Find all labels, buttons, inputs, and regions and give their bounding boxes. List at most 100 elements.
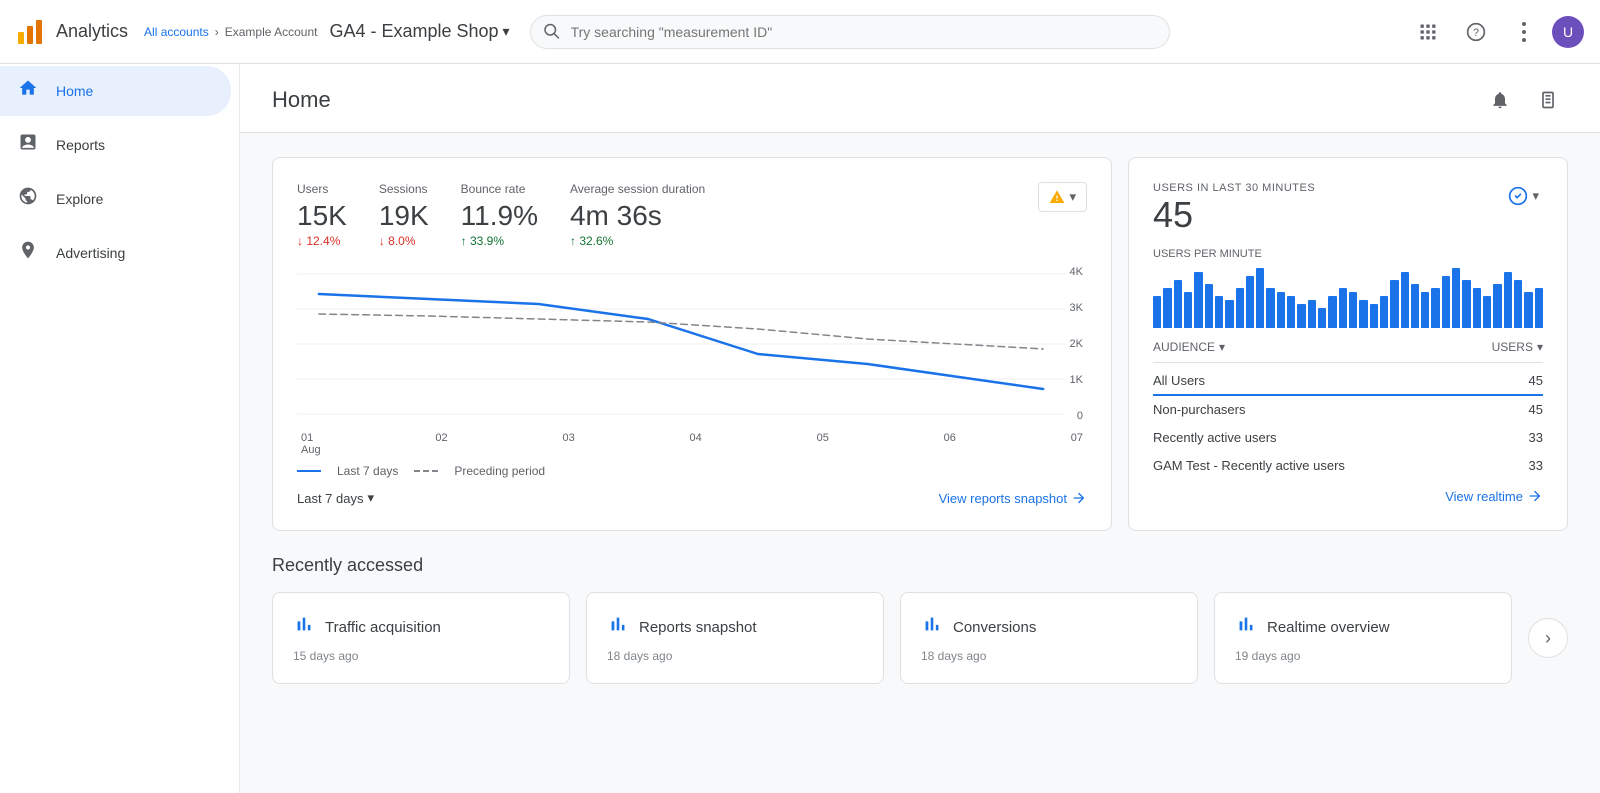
- sidebar-item-explore[interactable]: Explore: [0, 174, 231, 224]
- analytics-logo: [16, 18, 44, 46]
- chevron-down-icon: ▾: [503, 23, 510, 40]
- recently-card-name: Traffic acquisition: [325, 619, 441, 636]
- realtime-footer: View realtime: [1153, 488, 1543, 504]
- recently-card-name: Reports snapshot: [639, 619, 757, 636]
- bar: [1308, 300, 1316, 328]
- metric-sessions-label: Sessions: [379, 182, 429, 196]
- bar: [1266, 288, 1274, 328]
- bar: [1493, 284, 1501, 328]
- audience-table-row[interactable]: Non-purchasers45: [1153, 396, 1543, 424]
- bar: [1256, 268, 1264, 328]
- more-vert-icon-button[interactable]: [1504, 12, 1544, 52]
- bar: [1370, 304, 1378, 328]
- bar: [1205, 284, 1213, 328]
- chart-legend: Last 7 days Preceding period: [297, 464, 1087, 478]
- main-content-area: Home Users 15: [240, 64, 1600, 793]
- audience-table-row[interactable]: Recently active users33: [1153, 424, 1543, 452]
- sidebar-item-reports[interactable]: Reports: [0, 120, 231, 170]
- property-selector[interactable]: GA4 - Example Shop ▾: [329, 21, 509, 42]
- metric-bounce-change: ↑ 33.9%: [461, 234, 538, 248]
- bar: [1535, 288, 1543, 328]
- metric-duration-change: ↑ 32.6%: [570, 234, 705, 248]
- recently-accessed-card[interactable]: Conversions 18 days ago: [900, 592, 1198, 684]
- search-input[interactable]: [530, 15, 1170, 49]
- bar: [1359, 300, 1367, 328]
- audience-table-row[interactable]: All Users 45: [1153, 367, 1543, 396]
- bar: [1184, 292, 1192, 328]
- dashboard-cards-row: Users 15K ↓ 12.4% Sessions 19K ↓ 8.0% Bo…: [272, 157, 1568, 531]
- audience-filter-row: AUDIENCE ▾ USERS ▾: [1153, 340, 1543, 354]
- audience-dropdown[interactable]: AUDIENCE ▾: [1153, 340, 1225, 354]
- metric-duration-label: Average session duration: [570, 182, 705, 196]
- line-chart: 4K 3K 2K 1K 0: [297, 264, 1087, 424]
- account-name[interactable]: Example Account: [225, 25, 318, 39]
- view-realtime-link[interactable]: View realtime: [1445, 488, 1543, 504]
- recently-card-name: Conversions: [953, 619, 1036, 636]
- date-range-selector[interactable]: Last 7 days ▾: [297, 490, 374, 506]
- audience-row-count: 45: [1529, 373, 1543, 388]
- bar: [1328, 296, 1336, 328]
- bar: [1390, 280, 1398, 328]
- topbar: Analytics All accounts › Example Account…: [0, 0, 1600, 64]
- view-reports-link[interactable]: View reports snapshot: [939, 490, 1087, 506]
- chevron-down-icon: ▾: [1537, 340, 1543, 354]
- view-realtime-label: View realtime: [1445, 489, 1523, 504]
- realtime-options-button[interactable]: ▾: [1504, 182, 1543, 210]
- metric-users-value: 15K: [297, 200, 347, 232]
- metric-sessions-value: 19K: [379, 200, 429, 232]
- chart-y-labels: 4K 3K 2K 1K 0: [1066, 264, 1087, 424]
- audience-table-row[interactable]: GAM Test - Recently active users33: [1153, 452, 1543, 480]
- bar: [1514, 280, 1522, 328]
- help-icon-button[interactable]: ?: [1456, 12, 1496, 52]
- apps-icon-button[interactable]: [1408, 12, 1448, 52]
- bar: [1153, 296, 1161, 328]
- recently-accessed-more-button[interactable]: ›: [1528, 618, 1568, 658]
- alert-button[interactable]: ▾: [1038, 182, 1087, 212]
- users-per-minute-label: USERS PER MINUTE: [1153, 248, 1543, 260]
- search-icon: [542, 21, 560, 42]
- sidebar-label-advertising: Advertising: [56, 245, 125, 261]
- sidebar-label-explore: Explore: [56, 191, 103, 207]
- topbar-actions: ? U: [1408, 12, 1584, 52]
- explore-icon: [16, 186, 40, 212]
- sidebar-item-advertising[interactable]: Advertising: [0, 228, 231, 278]
- recently-accessed-title: Recently accessed: [272, 555, 1568, 576]
- notifications-icon-button[interactable]: [1480, 80, 1520, 120]
- view-reports-link-label: View reports snapshot: [939, 491, 1067, 506]
- sidebar: Home Reports Explore Advertising: [0, 64, 240, 793]
- chevron-down-icon: ▾: [1219, 340, 1225, 354]
- bar-chart-icon: [921, 613, 943, 641]
- all-accounts-link[interactable]: All accounts: [144, 25, 209, 39]
- audience-row-count: 33: [1529, 430, 1543, 445]
- audience-row-name: All Users: [1153, 373, 1205, 388]
- bar: [1236, 288, 1244, 328]
- legend-dashed-label: Preceding period: [454, 464, 545, 478]
- sidebar-item-home[interactable]: Home: [0, 66, 231, 116]
- metric-users: Users 15K ↓ 12.4%: [297, 182, 347, 248]
- recently-accessed-section: Recently accessed Traffic acquisition 15…: [272, 555, 1568, 684]
- recently-accessed-card[interactable]: Realtime overview 19 days ago: [1214, 592, 1512, 684]
- metric-bounce-label: Bounce rate: [461, 182, 538, 196]
- users-dropdown[interactable]: USERS ▾: [1492, 340, 1543, 354]
- recently-accessed-card[interactable]: Reports snapshot 18 days ago: [586, 592, 884, 684]
- breadcrumb: All accounts › Example Account: [144, 25, 317, 39]
- compare-icon-button[interactable]: [1528, 80, 1568, 120]
- snapshot-card: Users 15K ↓ 12.4% Sessions 19K ↓ 8.0% Bo…: [272, 157, 1112, 531]
- bar: [1339, 288, 1347, 328]
- metric-bounce: Bounce rate 11.9% ↑ 33.9%: [461, 182, 538, 248]
- recently-card-time: 15 days ago: [293, 649, 549, 663]
- metric-duration-value: 4m 36s: [570, 200, 705, 232]
- audience-row-count: 45: [1529, 402, 1543, 417]
- recently-card-header: Traffic acquisition: [293, 613, 549, 641]
- page-header: Home: [240, 64, 1600, 133]
- legend-solid-line: [297, 470, 321, 472]
- recently-card-time: 18 days ago: [607, 649, 863, 663]
- bar: [1473, 288, 1481, 328]
- realtime-card: USERS IN LAST 30 MINUTES 45 ▾ USERS PER …: [1128, 157, 1568, 531]
- user-avatar[interactable]: U: [1552, 16, 1584, 48]
- recently-accessed-card[interactable]: Traffic acquisition 15 days ago: [272, 592, 570, 684]
- chevron-down-icon: ▾: [368, 490, 375, 506]
- bar: [1452, 268, 1460, 328]
- chart-x-labels: 01Aug 02 03 04 05 06 07: [297, 432, 1087, 456]
- card-footer: Last 7 days ▾ View reports snapshot: [297, 490, 1087, 506]
